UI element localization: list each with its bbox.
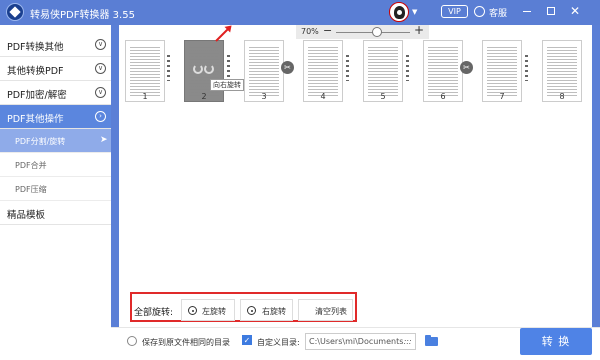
sidebar-subitem-compress[interactable]: PDF压缩	[0, 177, 111, 201]
rotate-left-label: 左旋转	[202, 307, 226, 316]
page-separator	[525, 55, 528, 81]
custom-dir-label: 自定义目录:	[257, 338, 300, 347]
output-path-field[interactable]: C:\Users\mi\Documents...	[305, 333, 416, 350]
sidebar-item-label: PDF转换其他	[7, 42, 64, 53]
clear-list-label: 清空列表	[315, 307, 347, 316]
zoom-in-button[interactable]: +	[414, 23, 424, 37]
service-icon[interactable]	[474, 6, 485, 17]
minimize-button[interactable]	[519, 3, 535, 19]
sidebar-subitem-label: PDF合并	[15, 161, 47, 170]
page-number: 4	[320, 92, 326, 101]
avatar-dropdown-icon[interactable]: ▼	[412, 8, 417, 16]
sidebar-item-encrypt[interactable]: PDF加密/解密 ∨	[0, 81, 111, 105]
browse-dots-button[interactable]: ...	[404, 334, 412, 343]
service-button[interactable]: 客服	[489, 6, 507, 19]
user-avatar[interactable]	[389, 2, 409, 22]
split-icon[interactable]: ✂	[281, 49, 294, 86]
page-number: 7	[499, 92, 505, 101]
page-separator	[227, 55, 230, 81]
sidebar-subitem-label: PDF压缩	[15, 185, 47, 194]
chevron-down-icon: ∨	[95, 63, 106, 74]
minimize-icon	[523, 11, 531, 12]
title-bar: 转易侠PDF转换器 3.55 ▼ VIP 客服 ✕	[0, 0, 600, 25]
sidebar-item-label: 其他转换PDF	[7, 66, 64, 77]
folder-icon[interactable]	[425, 335, 438, 346]
app-logo	[6, 3, 24, 21]
convert-button[interactable]: 转 换	[520, 328, 592, 355]
clear-list-button[interactable]: 清空列表	[298, 299, 353, 321]
split-icon[interactable]: ✂	[460, 49, 473, 86]
close-button[interactable]: ✕	[567, 3, 583, 19]
page-separator	[346, 55, 349, 81]
custom-dir-checkbox[interactable]: ✓	[242, 335, 252, 345]
sidebar-item-pdf-to-other[interactable]: PDF转换其他 ∨	[0, 33, 111, 57]
app-title: 转易侠PDF转换器 3.55	[30, 10, 135, 21]
rotate-right-tooltip: 向右旋转	[210, 79, 244, 91]
maximize-icon	[547, 7, 555, 15]
page-number: 1	[142, 92, 148, 101]
rotate-left-icon	[188, 306, 197, 315]
sidebar-subitem-merge[interactable]: PDF合并	[0, 153, 111, 177]
sidebar: PDF转换其他 ∨ 其他转换PDF ∨ PDF加密/解密 ∨ PDF其他操作 ›…	[0, 25, 111, 360]
chevron-right-icon: ›	[95, 111, 106, 122]
chevron-down-icon: ∨	[95, 87, 106, 98]
rotate-left-button[interactable]: 左旋转	[181, 299, 235, 321]
sidebar-subitem-label: PDF分割/旋转	[15, 137, 66, 146]
sidebar-item-other-to-pdf[interactable]: 其他转换PDF ∨	[0, 57, 111, 81]
sidebar-item-templates[interactable]: 精品模板	[0, 201, 111, 225]
page-number: 3	[261, 92, 267, 101]
zoom-control: 70% − +	[296, 23, 429, 39]
rotate-right-button[interactable]: 右旋转	[240, 299, 293, 321]
sidebar-item-label: PDF其他操作	[7, 114, 64, 125]
arrow-right-icon: ➤	[100, 135, 108, 145]
sidebar-item-other-ops[interactable]: PDF其他操作 ›	[0, 105, 111, 129]
rotate-right-label: 右旋转	[262, 307, 286, 316]
rotate-preview-icon	[193, 64, 217, 78]
chevron-down-icon: ∨	[95, 39, 106, 50]
all-rotate-label: 全部旋转:	[134, 308, 174, 318]
sidebar-item-label: 精品模板	[7, 210, 46, 221]
page-separator	[167, 55, 170, 81]
page-number: 8	[559, 92, 565, 101]
sidebar-subitem-split-rotate[interactable]: PDF分割/旋转 ➤	[0, 129, 111, 153]
vip-badge[interactable]: VIP	[441, 5, 468, 18]
zoom-out-button[interactable]: −	[323, 24, 332, 37]
rotate-right-icon	[247, 306, 256, 315]
maximize-button[interactable]	[543, 3, 559, 19]
zoom-value: 70%	[301, 27, 319, 36]
same-dir-radio[interactable]	[127, 336, 137, 346]
zoom-slider-thumb[interactable]	[372, 27, 382, 37]
page-number: 6	[440, 92, 446, 101]
sidebar-item-label: PDF加密/解密	[7, 90, 67, 101]
page-number: 2	[201, 92, 207, 101]
page-separator	[406, 55, 409, 81]
page-number: 5	[380, 92, 386, 101]
same-dir-label: 保存到原文件相同的目录	[142, 338, 230, 347]
